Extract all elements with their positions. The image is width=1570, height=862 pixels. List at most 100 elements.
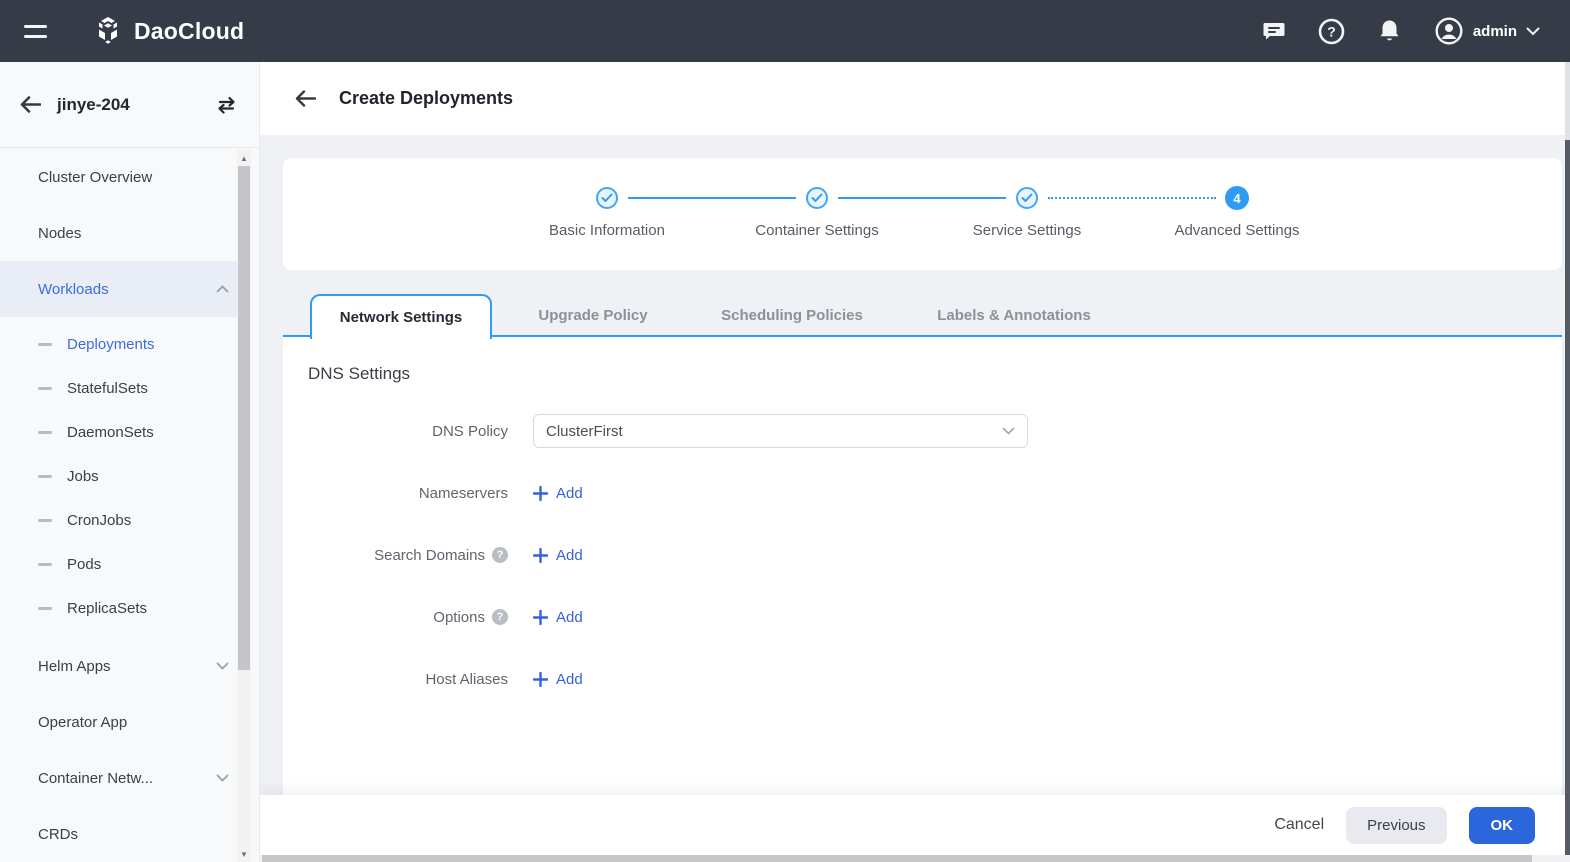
host-aliases-add-button[interactable]: Add bbox=[533, 671, 583, 688]
sidebar-item-deployments[interactable]: Deployments bbox=[0, 322, 245, 366]
dns-settings-title: DNS Settings bbox=[308, 364, 411, 383]
dash-icon bbox=[38, 606, 52, 610]
nameservers-label: Nameservers bbox=[418, 484, 508, 502]
stepper: 4 Basic Information Container Settings S… bbox=[283, 158, 1562, 270]
tab-upgrade-policy[interactable]: Upgrade Policy bbox=[538, 294, 647, 337]
form-row-search-domains: Search Domains ? Add bbox=[308, 538, 1562, 572]
options-add-button[interactable]: Add bbox=[533, 609, 583, 626]
page-title: Create Deployments bbox=[339, 88, 514, 108]
form-row-nameservers: Nameservers Add bbox=[308, 476, 1562, 510]
message-icon[interactable] bbox=[1260, 17, 1288, 45]
sidebar-menu: Cluster Overview Nodes Workloads Deploym… bbox=[0, 149, 245, 862]
username: admin bbox=[1472, 22, 1517, 40]
sidebar-item-operator-app[interactable]: Operator App bbox=[0, 694, 245, 750]
chevron-up-icon bbox=[216, 285, 229, 293]
dash-icon bbox=[38, 430, 52, 434]
chevron-down-icon bbox=[216, 774, 229, 782]
sidebar-item-cronjobs[interactable]: CronJobs bbox=[0, 498, 245, 542]
dash-icon bbox=[38, 342, 52, 346]
step-current-badge: 4 bbox=[1225, 186, 1249, 210]
network-settings-panel: DNS Settings DNS Policy ClusterFirst Nam… bbox=[283, 337, 1562, 795]
plus-icon bbox=[533, 609, 548, 625]
sidebar-header: jinye-204 bbox=[0, 62, 259, 148]
brand: DaoCloud bbox=[92, 15, 244, 47]
scroll-up-arrow-icon[interactable]: ▲ bbox=[237, 151, 251, 165]
tabbar: Network Settings Upgrade Policy Scheduli… bbox=[283, 294, 1562, 339]
dash-icon bbox=[38, 562, 52, 566]
step-connector bbox=[838, 197, 1006, 199]
notifications-bell-icon[interactable] bbox=[1376, 17, 1404, 45]
dns-policy-value: ClusterFirst bbox=[546, 422, 623, 440]
sidebar-item-helm-apps[interactable]: Helm Apps bbox=[0, 638, 245, 694]
user-menu[interactable]: admin bbox=[1434, 16, 1540, 46]
form-row-host-aliases: Host Aliases Add bbox=[308, 662, 1562, 696]
host-aliases-label: Host Aliases bbox=[425, 670, 508, 688]
chevron-down-icon bbox=[1526, 27, 1540, 35]
vertical-scrollbar[interactable] bbox=[1565, 62, 1570, 855]
dash-icon bbox=[38, 474, 52, 478]
cluster-name: jinye-204 bbox=[57, 94, 130, 114]
page-header: Create Deployments bbox=[260, 62, 1570, 135]
menu-toggle-icon[interactable] bbox=[24, 22, 48, 40]
sidebar-item-workloads[interactable]: Workloads bbox=[0, 261, 245, 317]
nameservers-add-button[interactable]: Add bbox=[533, 485, 583, 502]
help-icon[interactable]: ? bbox=[492, 609, 508, 625]
plus-icon bbox=[533, 485, 548, 501]
step-label-basic-information: Basic Information bbox=[549, 222, 665, 239]
dash-icon bbox=[38, 386, 52, 390]
workloads-submenu: Deployments StatefulSets DaemonSets Jobs… bbox=[0, 317, 245, 638]
chevron-down-icon bbox=[216, 662, 229, 670]
step-label-container-settings: Container Settings bbox=[755, 222, 879, 239]
dns-policy-label: DNS Policy bbox=[432, 422, 508, 440]
scroll-down-arrow-icon[interactable]: ▼ bbox=[237, 847, 251, 861]
sidebar-scrollbar-thumb[interactable] bbox=[238, 166, 250, 670]
step-label-advanced-settings: Advanced Settings bbox=[1174, 222, 1300, 239]
sidebar: jinye-204 Cluster Overview Nodes Workloa… bbox=[0, 62, 260, 862]
step-connector-dotted bbox=[1048, 197, 1216, 199]
switch-cluster-icon[interactable] bbox=[216, 96, 237, 114]
sidebar-item-replicasets[interactable]: ReplicaSets bbox=[0, 586, 245, 630]
ok-button[interactable]: OK bbox=[1468, 806, 1535, 844]
tab-scheduling-policies[interactable]: Scheduling Policies bbox=[721, 294, 863, 337]
topbar-actions: ? admin bbox=[1260, 16, 1570, 46]
plus-icon bbox=[533, 547, 548, 563]
form-row-options: Options ? Add bbox=[308, 600, 1562, 634]
page-back-icon[interactable] bbox=[295, 90, 316, 107]
vertical-scrollbar-thumb[interactable] bbox=[1565, 140, 1570, 855]
options-label: Options bbox=[433, 608, 485, 626]
footer-actions: Cancel Previous OK bbox=[260, 795, 1570, 855]
sidebar-item-cluster-overview[interactable]: Cluster Overview bbox=[0, 149, 245, 205]
help-icon[interactable]: ? bbox=[492, 547, 508, 563]
sidebar-item-container-network[interactable]: Container Netw... bbox=[0, 750, 245, 806]
form-row-dns-policy: DNS Policy ClusterFirst bbox=[308, 414, 1562, 448]
help-icon[interactable]: ? bbox=[1318, 17, 1346, 45]
sidebar-item-crds[interactable]: CRDs bbox=[0, 806, 245, 862]
sidebar-item-pods[interactable]: Pods bbox=[0, 542, 245, 586]
app-screen: DaoCloud ? admin jinye-204 Cluster Overv… bbox=[0, 0, 1570, 862]
search-domains-add-button[interactable]: Add bbox=[533, 547, 583, 564]
dns-policy-select[interactable]: ClusterFirst bbox=[533, 414, 1028, 448]
horizontal-scrollbar-thumb[interactable] bbox=[262, 855, 1532, 862]
dns-settings-form: DNS Policy ClusterFirst Nameservers Add … bbox=[308, 414, 1562, 696]
sidebar-item-nodes[interactable]: Nodes bbox=[0, 205, 245, 261]
cancel-button[interactable]: Cancel bbox=[1274, 816, 1324, 834]
step-label-service-settings: Service Settings bbox=[972, 222, 1082, 239]
search-domains-label: Search Domains bbox=[374, 546, 485, 564]
previous-button[interactable]: Previous bbox=[1346, 806, 1447, 844]
main-area: Create Deployments 4 Basic Information C… bbox=[260, 62, 1570, 862]
sidebar-item-jobs[interactable]: Jobs bbox=[0, 454, 245, 498]
dash-icon bbox=[38, 518, 52, 522]
sidebar-scrollbar[interactable]: ▲ ▼ bbox=[237, 150, 251, 862]
tab-network-settings[interactable]: Network Settings bbox=[310, 294, 492, 339]
step-done-icon bbox=[1016, 187, 1038, 209]
tab-labels-annotations[interactable]: Labels & Annotations bbox=[937, 294, 1091, 337]
horizontal-scrollbar[interactable] bbox=[260, 855, 1570, 862]
sidebar-item-statefulsets[interactable]: StatefulSets bbox=[0, 366, 245, 410]
plus-icon bbox=[533, 671, 548, 687]
avatar-icon bbox=[1435, 17, 1463, 45]
sidebar-item-daemonsets[interactable]: DaemonSets bbox=[0, 410, 245, 454]
step-done-icon bbox=[806, 187, 828, 209]
svg-text:?: ? bbox=[1328, 23, 1337, 39]
cluster-back-icon[interactable] bbox=[20, 96, 41, 113]
step-connector bbox=[628, 197, 796, 199]
